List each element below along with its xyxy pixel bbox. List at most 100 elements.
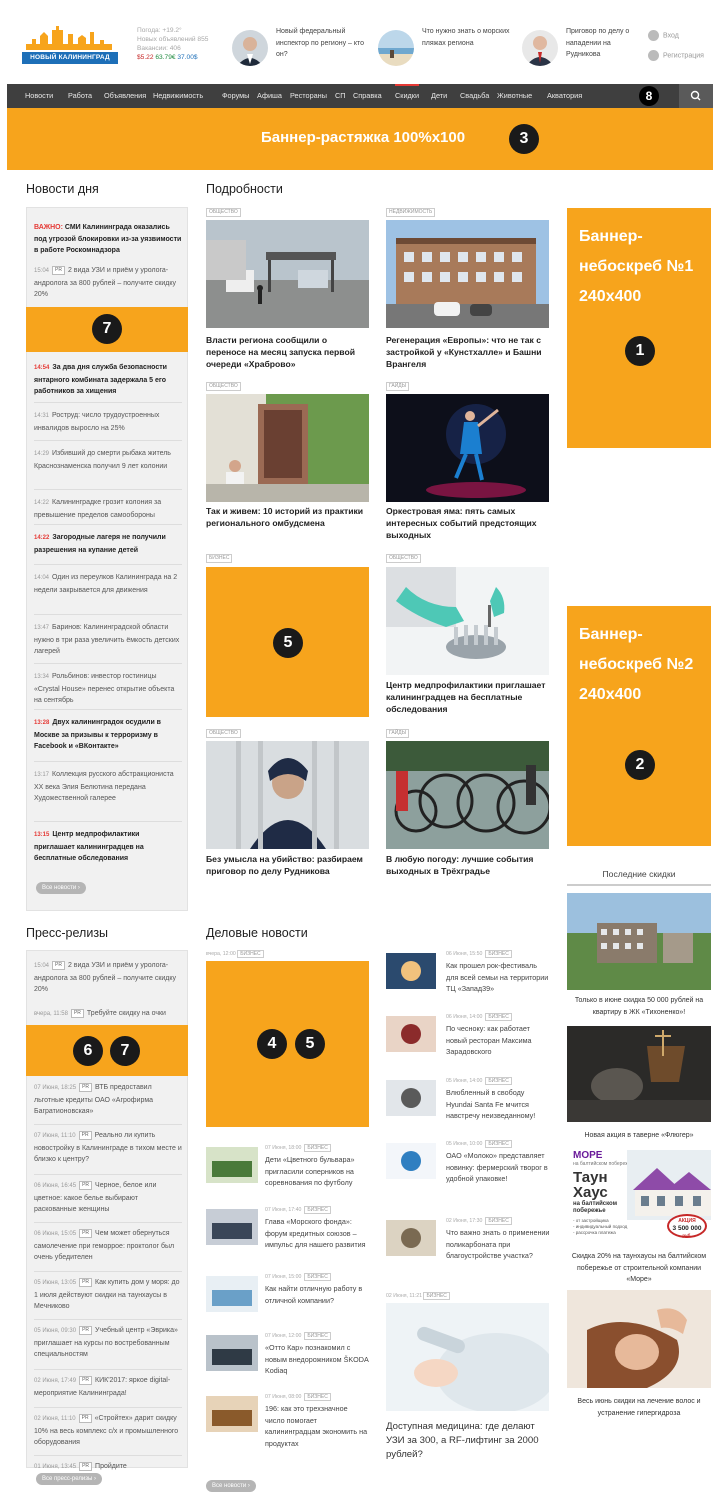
press-item[interactable]: 05 Июня, 09:30 PR Учебный центр «Эврика» п… [34,1325,182,1361]
press-item[interactable]: 02 Июня, 11:10 PR «Стройтех» дарит скидку … [34,1413,182,1449]
nav-item-discounts[interactable]: Скидки [395,84,420,108]
press-item[interactable]: 05 Июня, 13:05 PR Как купить дом у моря: д… [34,1277,182,1313]
news-item[interactable]: 15:04 PR 2 вида УЗИ и приём у уролога-андр… [34,265,182,301]
weather[interactable]: Погода: +19.2° [137,26,217,35]
press-item[interactable]: 07 Июня, 11:10 PR Реально ли купить новост… [34,1130,182,1166]
business-thumb[interactable] [386,1143,436,1179]
business-thumb[interactable] [206,1147,258,1183]
news-item[interactable]: 13:34 Рольбинов: инвестор гостиницы «Crys… [34,671,182,707]
nav-item-animals[interactable]: Животные [497,84,532,108]
card-image-court[interactable] [206,741,369,849]
news-item[interactable]: 14:54 За два дня служба безопасности янта… [34,362,182,398]
business-item-text[interactable]: 196: как это трехзначное число помогает … [265,1403,369,1449]
vacancies-count[interactable]: Вакансии: 406 [137,44,217,53]
all-business-news-button[interactable]: Все новости › [206,1480,256,1492]
business-item-text[interactable]: Как прошел рок-фестиваль для всей семьи … [446,960,550,995]
press-item[interactable]: 15:04 PR 2 вида УЗИ и приём у уролога-андр… [34,960,182,996]
business-item-text[interactable]: Глава «Морского фонда»: форум кредитных … [265,1216,369,1251]
news-item[interactable]: 14:31 Роструд: число трудоустроенных инва… [34,410,182,434]
nav-item-ads[interactable]: Объявления [104,84,146,108]
news-item[interactable]: 14:22 Калининградке грозит колония за пре… [34,497,182,521]
news-item[interactable]: 14:04 Один из переулков Калининграда на 2… [34,572,182,596]
card-title[interactable]: Оркестровая яма: пять самых интересных с… [386,505,549,541]
business-thumb[interactable] [206,1335,258,1371]
business-thumb[interactable] [206,1209,258,1245]
press-item[interactable]: 01 Июня, 13:45 PR Пройдите [34,1461,182,1474]
nav-item-events[interactable]: Афиша [257,84,282,108]
all-press-button[interactable]: Все пресс-релизы › [36,1473,102,1485]
discount-image-spa[interactable] [567,1290,711,1388]
business-big-image[interactable] [386,1303,549,1411]
important-news[interactable]: ВАЖНО: СМИ Калининграда оказались под уг… [34,222,182,257]
nav-item-news[interactable]: Новости [25,84,53,108]
news-item[interactable]: 13:28 Двух калининградок осудили в Москве… [34,717,182,753]
nav-item-realty[interactable]: Недвижимость [153,84,203,108]
business-thumb[interactable] [386,953,436,989]
press-item[interactable]: 06 Июня, 16:45 PR Черное, белое или цветно… [34,1180,182,1216]
card-image-bikes[interactable] [386,741,549,849]
business-item-text[interactable]: По чесноку: как работает новый ресторан … [446,1023,550,1058]
business-big-title[interactable]: Доступная медицина: где делают УЗИ за 30… [386,1420,549,1462]
nav-item-restaurants[interactable]: Рестораны [290,84,327,108]
discount-image-complex[interactable] [567,893,711,990]
business-item-text[interactable]: Как найти отличную работу в отличной ком… [265,1283,369,1306]
business-item-text[interactable]: «Отто Кар» познакомил с новым внедорожни… [265,1342,369,1377]
card-title[interactable]: В любую погоду: лучшие события выходных … [386,853,549,877]
news-item[interactable]: 14:22 Загородные лагеря не получили разре… [34,532,182,556]
discount-caption[interactable]: Весь июнь скидки на лечение волос и устр… [567,1396,711,1419]
card-image-concert[interactable] [386,394,549,502]
discount-caption[interactable]: Только в июне скидка 50 000 рублей на кв… [567,995,711,1018]
business-item-text[interactable]: Что важно знать о применении поликарбона… [446,1227,550,1262]
pr-tag: PR [79,1462,93,1471]
nav-item-forums[interactable]: Форумы [222,84,249,108]
press-item[interactable]: вчера, 11:58 PR Требуйте скидку на очки [34,1008,182,1021]
card-title[interactable]: Так и живем: 10 историй из практики реги… [206,505,369,529]
search-button[interactable] [679,84,713,108]
news-item[interactable]: 14:29 Избивший до смерти рыбака житель Кр… [34,448,182,472]
nav-item-wedding[interactable]: Свадьба [460,84,489,108]
nav-item-jobs[interactable]: Работа [68,84,92,108]
business-thumb[interactable] [386,1016,436,1052]
card-title[interactable]: Без умысла на убийство: разбираем пригов… [206,853,369,877]
register-link[interactable]: Регистрация [648,50,704,61]
nav-item-kids[interactable]: Дети [431,84,447,108]
discount-caption[interactable]: Скидка 20% на таунхаусы на балтийском по… [567,1251,711,1286]
badge-7: 7 [92,314,122,344]
login-link[interactable]: Вход [648,30,679,41]
press-item[interactable]: 07 Июня, 18:25 PR ВТБ предоставил льготные… [34,1082,182,1118]
card-title[interactable]: Центр медпрофилактики приглашает калинин… [386,679,549,715]
pr-tag: PR [79,1229,93,1238]
card-image-airport[interactable] [206,220,369,328]
business-thumb[interactable] [386,1080,436,1116]
top-banner[interactable]: Баннер-растяжка 100%x100 3 [7,108,713,170]
business-item-text[interactable]: Дети «Цветного бульвара» пригласили сопе… [265,1154,369,1189]
press-item[interactable]: 06 Июня, 15:05 PR Чем может обернуться сам… [34,1228,182,1264]
business-thumb[interactable] [206,1276,258,1312]
card-image-house[interactable] [206,394,369,502]
card-title[interactable]: Власти региона сообщили о переносе на ме… [206,334,369,370]
business-item-text[interactable]: Влюбленный в свободу Hyundai Santa Fe мч… [446,1087,550,1122]
discount-image-tavern[interactable] [567,1026,711,1122]
skyscraper-banner-2[interactable]: Баннер- небоскреб №2 240x400 2 [567,606,711,846]
press-item[interactable]: 02 Июня, 17:49 PR КИК'2017: яркое digital-… [34,1375,182,1399]
card-image-building[interactable] [386,220,549,328]
business-item-text[interactable]: ОАО «Молоко» представляет новинку: ферме… [446,1150,550,1185]
news-item[interactable]: 13:47 Баринов: Калининградской области ну… [34,622,182,658]
discount-ad-townhouse[interactable]: МОРЕ на балтийском побережье Таун Хаус н… [567,1146,711,1242]
site-logo[interactable]: НОВЫЙ КАЛИНИНГРАД [22,24,118,66]
business-thumb[interactable] [386,1220,436,1256]
card-title[interactable]: Регенерация «Европы»: что не так с застр… [386,334,549,370]
discount-caption[interactable]: Новая акция в таверне «Флюгер» [567,1130,711,1142]
all-news-button[interactable]: Все новости › [36,882,86,894]
news-item[interactable]: 13:15 Центр медпрофилактики приглашает ка… [34,829,182,865]
news-item[interactable]: 13:17 Коллекция русского абстракциониста … [34,769,182,805]
skyscraper-banner-1[interactable]: Баннер- небоскреб №1 240x400 1 [567,208,711,448]
business-ad-banner[interactable] [206,961,369,1127]
new-ads-count[interactable]: Новых объявлений 855 [137,35,217,44]
card-image-lab[interactable] [386,567,549,675]
nav-item-reference[interactable]: Справка [353,84,382,108]
press-ad-banner[interactable] [26,1025,188,1076]
business-thumb[interactable] [206,1396,258,1432]
nav-item-aquatoria[interactable]: Акватория [547,84,582,108]
nav-item-sp[interactable]: СП [335,84,346,108]
